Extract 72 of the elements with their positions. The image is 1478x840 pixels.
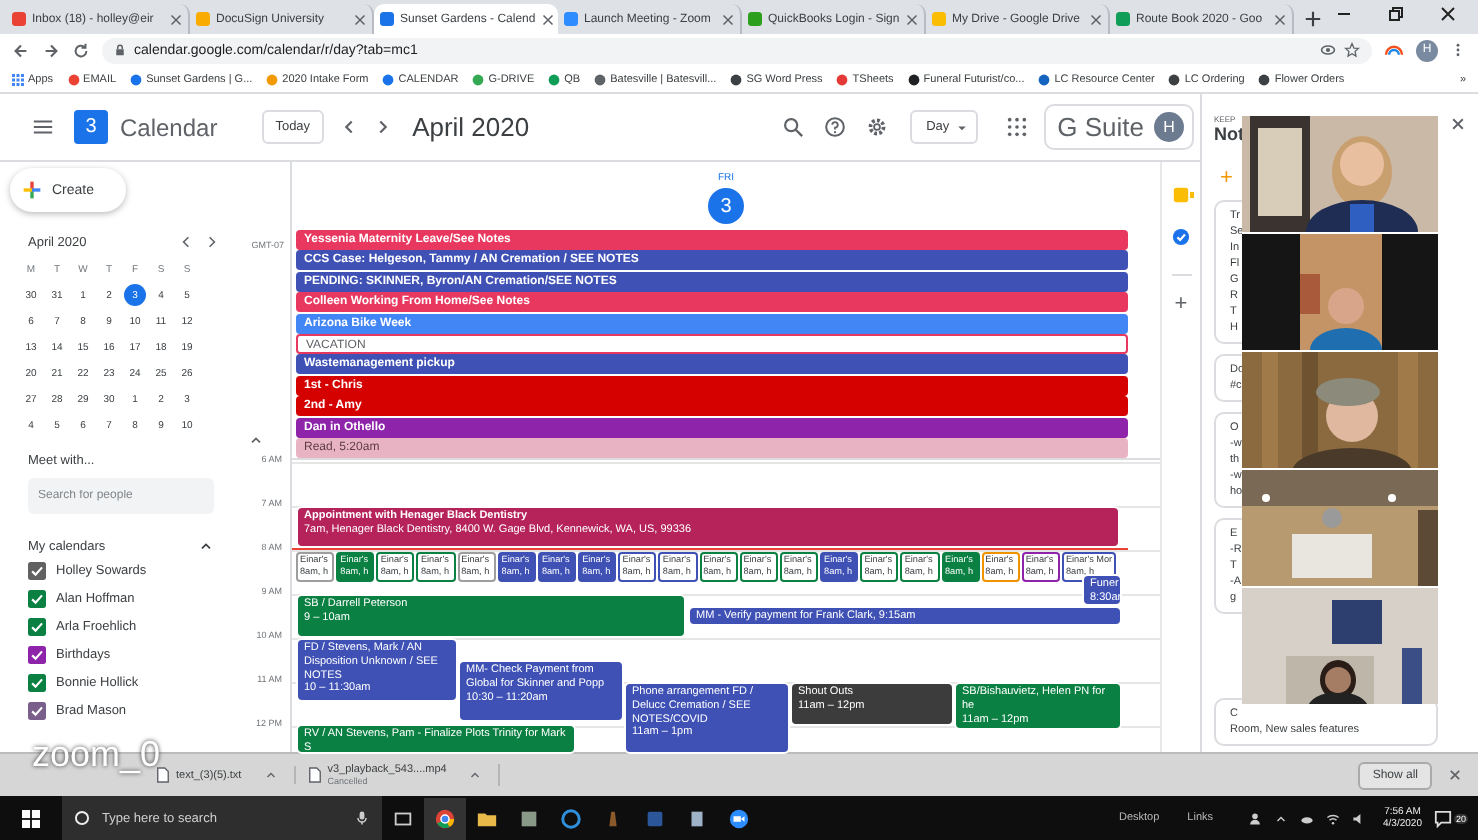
site-icon [130, 73, 143, 85]
site-icon [380, 12, 394, 26]
app-title: Calendar [120, 113, 218, 141]
chevron-icon[interactable] [248, 432, 264, 448]
account-avatar[interactable]: H [1154, 112, 1184, 142]
tasks-icon[interactable] [1172, 228, 1190, 246]
close-icon[interactable] [1438, 3, 1458, 23]
site-icon [266, 73, 279, 85]
chevron-icon[interactable] [1273, 811, 1288, 825]
apps-icon [12, 73, 24, 85]
windows-icon[interactable] [22, 809, 40, 827]
site-icon [12, 12, 26, 26]
chevron-icon[interactable] [198, 538, 214, 554]
suite-logo: G Suite [1057, 112, 1144, 142]
new-tab-icon[interactable] [1304, 10, 1322, 28]
rainbow-icon[interactable] [1384, 42, 1404, 58]
site-icon [196, 12, 210, 26]
reload-icon[interactable] [72, 41, 90, 59]
wifi-icon[interactable] [1325, 811, 1340, 825]
search-icon[interactable] [782, 116, 805, 138]
site-icon [907, 73, 920, 85]
restore-icon[interactable] [1386, 3, 1406, 23]
site-icon [836, 73, 849, 85]
search-icon [74, 810, 90, 826]
forward-icon[interactable] [42, 41, 60, 59]
message-icon [1433, 809, 1452, 827]
checkbox[interactable] [28, 561, 46, 579]
checkbox[interactable] [28, 617, 46, 635]
site-icon [730, 73, 743, 85]
site-icon [748, 12, 762, 26]
checkbox[interactable] [28, 673, 46, 691]
checkbox[interactable] [28, 645, 46, 663]
site-icon [594, 73, 607, 85]
previous-icon[interactable] [178, 234, 194, 250]
lock-icon [114, 44, 126, 56]
microphone-icon [354, 810, 370, 826]
site-icon [932, 12, 946, 26]
checkbox[interactable] [28, 589, 46, 607]
next-icon[interactable] [374, 118, 393, 136]
plus-icon [22, 180, 42, 200]
site-icon [382, 73, 395, 85]
add-button[interactable]: + [1174, 292, 1188, 316]
checkbox[interactable] [28, 701, 46, 719]
recording-label: zoom_0 [32, 734, 161, 776]
caret-icon [955, 121, 968, 133]
person-icon[interactable] [1247, 811, 1262, 825]
settings-icon[interactable] [866, 116, 889, 138]
panel-title: Not [1214, 123, 1244, 143]
speaker-icon[interactable] [1351, 811, 1366, 825]
back-icon[interactable] [12, 41, 30, 59]
close-icon[interactable] [1450, 116, 1466, 132]
site-icon [67, 73, 80, 85]
apps-icon[interactable] [1005, 116, 1028, 138]
date-range-title: April 2020 [412, 112, 530, 142]
calendar-logo: 3 [74, 110, 108, 144]
site-icon [1038, 73, 1051, 85]
site-icon [1168, 73, 1181, 85]
eye-icon[interactable] [1320, 42, 1336, 58]
menu-icon[interactable] [32, 116, 54, 138]
site-icon [1116, 12, 1130, 26]
date-number[interactable]: 3 [708, 188, 744, 224]
site-icon [1258, 73, 1271, 85]
site-icon [472, 73, 485, 85]
close-icon[interactable] [541, 13, 554, 25]
file-icon [307, 766, 322, 784]
help-icon[interactable] [824, 116, 847, 138]
cloud-icon[interactable] [1299, 811, 1314, 825]
star-icon[interactable] [1344, 42, 1360, 58]
next-icon[interactable] [204, 234, 220, 250]
site-icon [564, 12, 578, 26]
browser-icon[interactable] [424, 797, 466, 839]
site-icon [548, 73, 561, 85]
